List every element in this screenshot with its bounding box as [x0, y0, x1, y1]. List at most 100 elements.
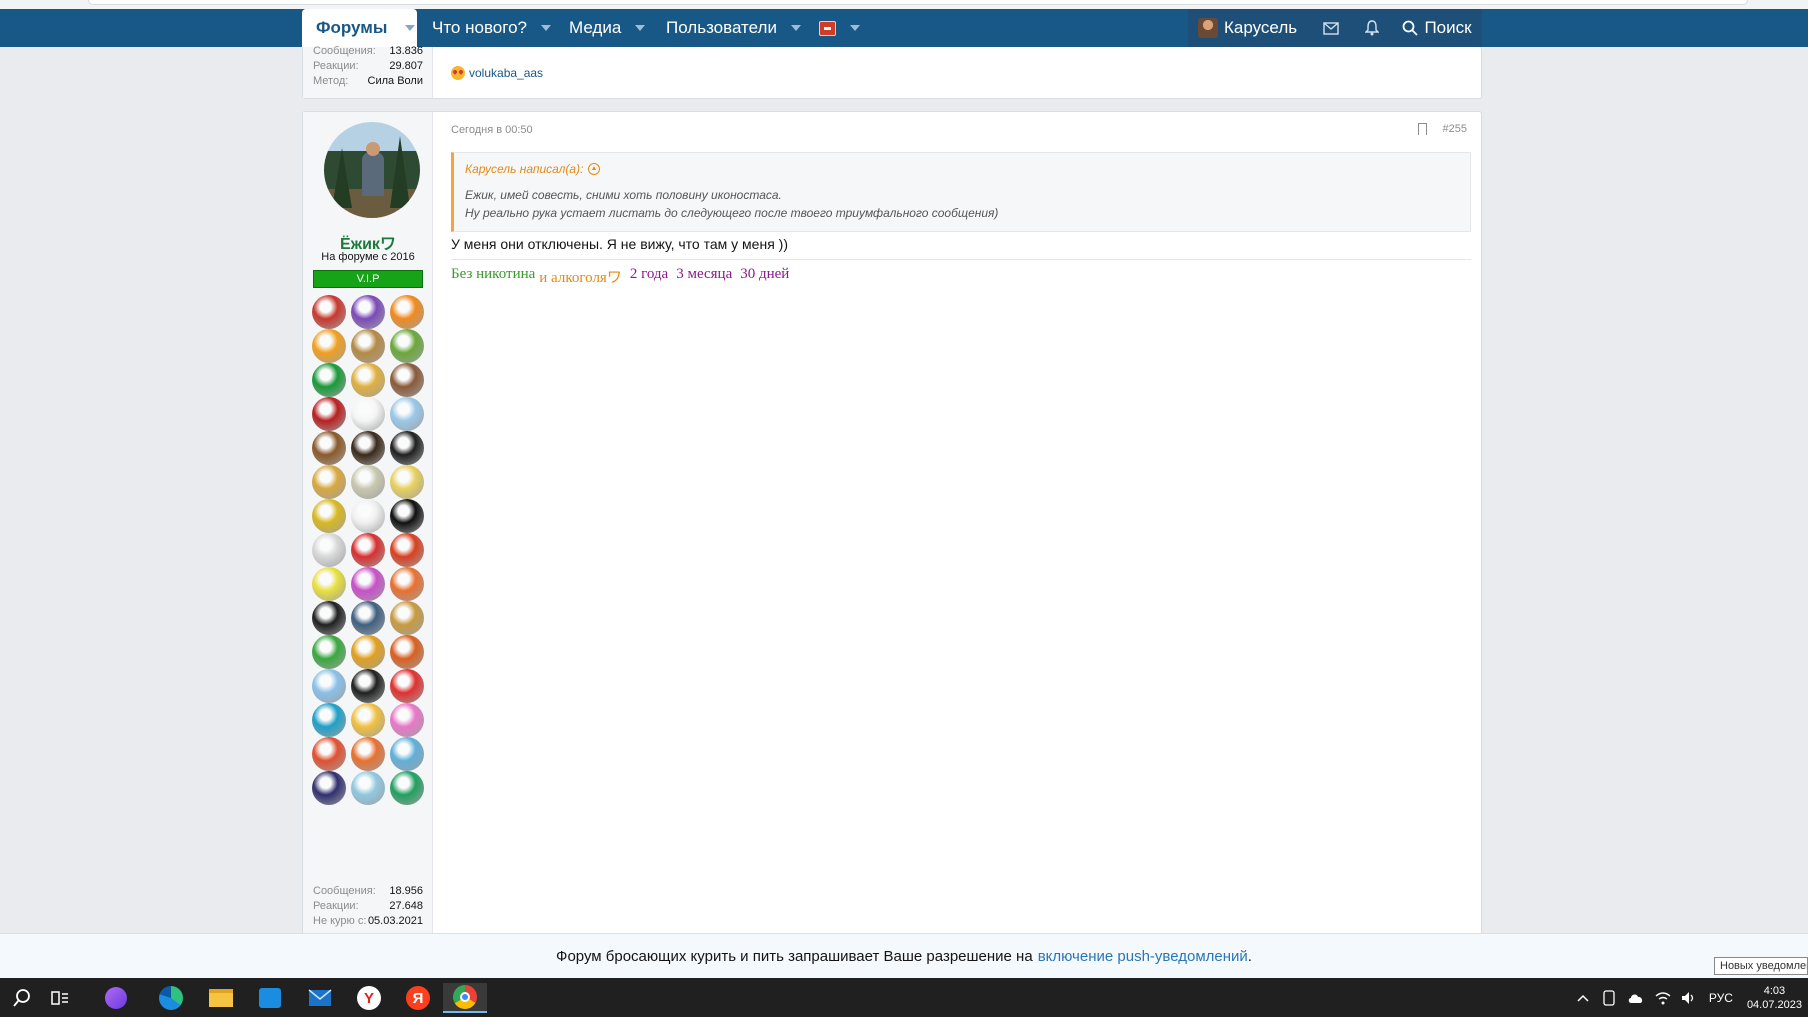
- trophy-badge-icon[interactable]: [390, 601, 424, 635]
- trophy-badge-icon[interactable]: [390, 635, 424, 669]
- forum-navbar: Форумы Что нового? Медиа Пользователи Ка…: [0, 9, 1808, 47]
- yandex-browser-button[interactable]: Y: [347, 983, 391, 1013]
- tab-users[interactable]: Пользователи: [666, 9, 801, 47]
- trophy-badge-icon[interactable]: [312, 363, 346, 397]
- trophy-badge-icon[interactable]: [312, 635, 346, 669]
- trophy-badge-icon[interactable]: [312, 533, 346, 567]
- trophy-badge-icon[interactable]: [390, 295, 424, 329]
- trophy-badge-icon[interactable]: [390, 465, 424, 499]
- rank-banner: V.I.P: [313, 270, 423, 288]
- trophy-badge-icon[interactable]: [351, 533, 385, 567]
- trophy-badge-icon[interactable]: [351, 329, 385, 363]
- trophy-badge-icon[interactable]: [312, 431, 346, 465]
- trophy-badge-icon[interactable]: [351, 295, 385, 329]
- task-view-button[interactable]: [38, 983, 82, 1013]
- trophy-badge-icon[interactable]: [312, 329, 346, 363]
- tab-media[interactable]: Медиа: [569, 9, 646, 47]
- bell-icon[interactable]: [1365, 20, 1379, 36]
- user-avatar[interactable]: [324, 122, 420, 218]
- trophy-badge-icon[interactable]: [390, 737, 424, 771]
- chevron-down-icon[interactable]: [405, 25, 416, 31]
- tab-extra[interactable]: [819, 9, 860, 47]
- chevron-down-icon[interactable]: [850, 25, 860, 31]
- chrome-app-button[interactable]: [443, 983, 487, 1013]
- trophy-badge-icon[interactable]: [351, 771, 385, 805]
- trophy-badge-icon[interactable]: [312, 567, 346, 601]
- trophy-badge-icon[interactable]: [312, 295, 346, 329]
- trophy-badge-icon[interactable]: [351, 363, 385, 397]
- push-tail: .: [1247, 947, 1252, 965]
- trophy-badge-icon[interactable]: [312, 601, 346, 635]
- post-date[interactable]: Сегодня в 00:50: [451, 124, 533, 136]
- tab-users-label: Пользователи: [666, 18, 777, 37]
- address-bar-edge[interactable]: [88, 0, 1748, 5]
- clock[interactable]: 4:03 04.07.2023: [1747, 984, 1802, 1012]
- trophy-badge-icon[interactable]: [351, 465, 385, 499]
- arrow-up-circle-icon[interactable]: [588, 163, 601, 175]
- member-since: На форуме с 2016: [321, 251, 415, 263]
- quote-line: Ежик, имей совесть, сними хоть половину …: [465, 188, 782, 202]
- alice-app-button[interactable]: [94, 983, 138, 1013]
- reaction-summary[interactable]: volukaba_aas: [451, 66, 543, 80]
- trophy-badge-icon[interactable]: [312, 669, 346, 703]
- chevron-down-icon[interactable]: [540, 25, 551, 31]
- edge-icon: [159, 986, 183, 1010]
- chevron-down-icon[interactable]: [635, 25, 646, 31]
- browser-top-strip: [0, 0, 1808, 9]
- trophy-badge-icon[interactable]: [351, 669, 385, 703]
- device-icon[interactable]: [1603, 989, 1615, 1006]
- wifi-icon[interactable]: [1655, 991, 1671, 1005]
- trophy-badge-icon[interactable]: [390, 533, 424, 567]
- trophy-badge-icon[interactable]: [351, 601, 385, 635]
- trophy-badge-icon[interactable]: [312, 465, 346, 499]
- trophy-badge-icon[interactable]: [351, 703, 385, 737]
- post-number[interactable]: #255: [1443, 123, 1467, 135]
- trophy-badge-icon[interactable]: [390, 669, 424, 703]
- cloud-icon[interactable]: [1627, 992, 1645, 1004]
- tab-forums[interactable]: Форумы: [302, 9, 417, 47]
- explorer-app-button[interactable]: [199, 983, 243, 1013]
- edge-app-button[interactable]: [149, 983, 193, 1013]
- language-indicator[interactable]: РУС: [1709, 991, 1733, 1005]
- trophy-badge-icon[interactable]: [390, 363, 424, 397]
- account-menu[interactable]: Карусель: [1188, 9, 1310, 47]
- tab-whats-new-label: Что нового?: [432, 18, 527, 37]
- bookmark-icon[interactable]: [1417, 123, 1427, 139]
- trophy-badge-icon[interactable]: [390, 567, 424, 601]
- account-icons: [1310, 9, 1392, 47]
- trophy-badge-icon[interactable]: [312, 771, 346, 805]
- trophy-badge-icon[interactable]: [312, 397, 346, 431]
- trophy-badge-icon[interactable]: [390, 771, 424, 805]
- notification-toast[interactable]: Новых уведомлений: [1714, 957, 1808, 975]
- trophy-badge-icon[interactable]: [312, 703, 346, 737]
- trophy-badge-icon[interactable]: [351, 635, 385, 669]
- chevron-up-icon[interactable]: [1577, 994, 1589, 1002]
- trophy-badge-icon[interactable]: [351, 567, 385, 601]
- trophy-badge-icon[interactable]: [351, 737, 385, 771]
- search-button[interactable]: Поиск: [1392, 9, 1482, 47]
- previous-post: Сообщения: 13.836 Реакции: 29.807 Метод:…: [302, 45, 1482, 99]
- trophy-badge-icon[interactable]: [312, 499, 346, 533]
- trophy-badge-icon[interactable]: [390, 499, 424, 533]
- envelope-icon[interactable]: [1323, 21, 1339, 35]
- trophy-badge-icon[interactable]: [390, 431, 424, 465]
- reaction-user[interactable]: volukaba_aas: [469, 66, 543, 80]
- quote-author[interactable]: Карусель написал(а):: [465, 162, 601, 176]
- store-app-button[interactable]: [248, 983, 292, 1013]
- trophy-badge-icon[interactable]: [390, 329, 424, 363]
- trophy-badge-icon[interactable]: [351, 397, 385, 431]
- push-enable-link[interactable]: включение push-уведомлений: [1038, 948, 1248, 965]
- tab-whats-new[interactable]: Что нового?: [432, 9, 551, 47]
- trophy-badge-icon[interactable]: [351, 431, 385, 465]
- trophy-badge-icon[interactable]: [390, 397, 424, 431]
- trophy-badge-icon[interactable]: [390, 703, 424, 737]
- chevron-down-icon[interactable]: [790, 25, 801, 31]
- trophy-badge-icon[interactable]: [312, 737, 346, 771]
- speaker-icon[interactable]: [1681, 991, 1697, 1005]
- stat-value: 27.648: [389, 900, 423, 912]
- stat-label: Реакции:: [313, 900, 359, 912]
- push-text: Форум бросающих курить и пить запрашивае…: [556, 947, 1033, 965]
- trophy-badge-icon[interactable]: [351, 499, 385, 533]
- mail-app-button[interactable]: [298, 983, 342, 1013]
- yandex-app-button[interactable]: Я: [396, 983, 440, 1013]
